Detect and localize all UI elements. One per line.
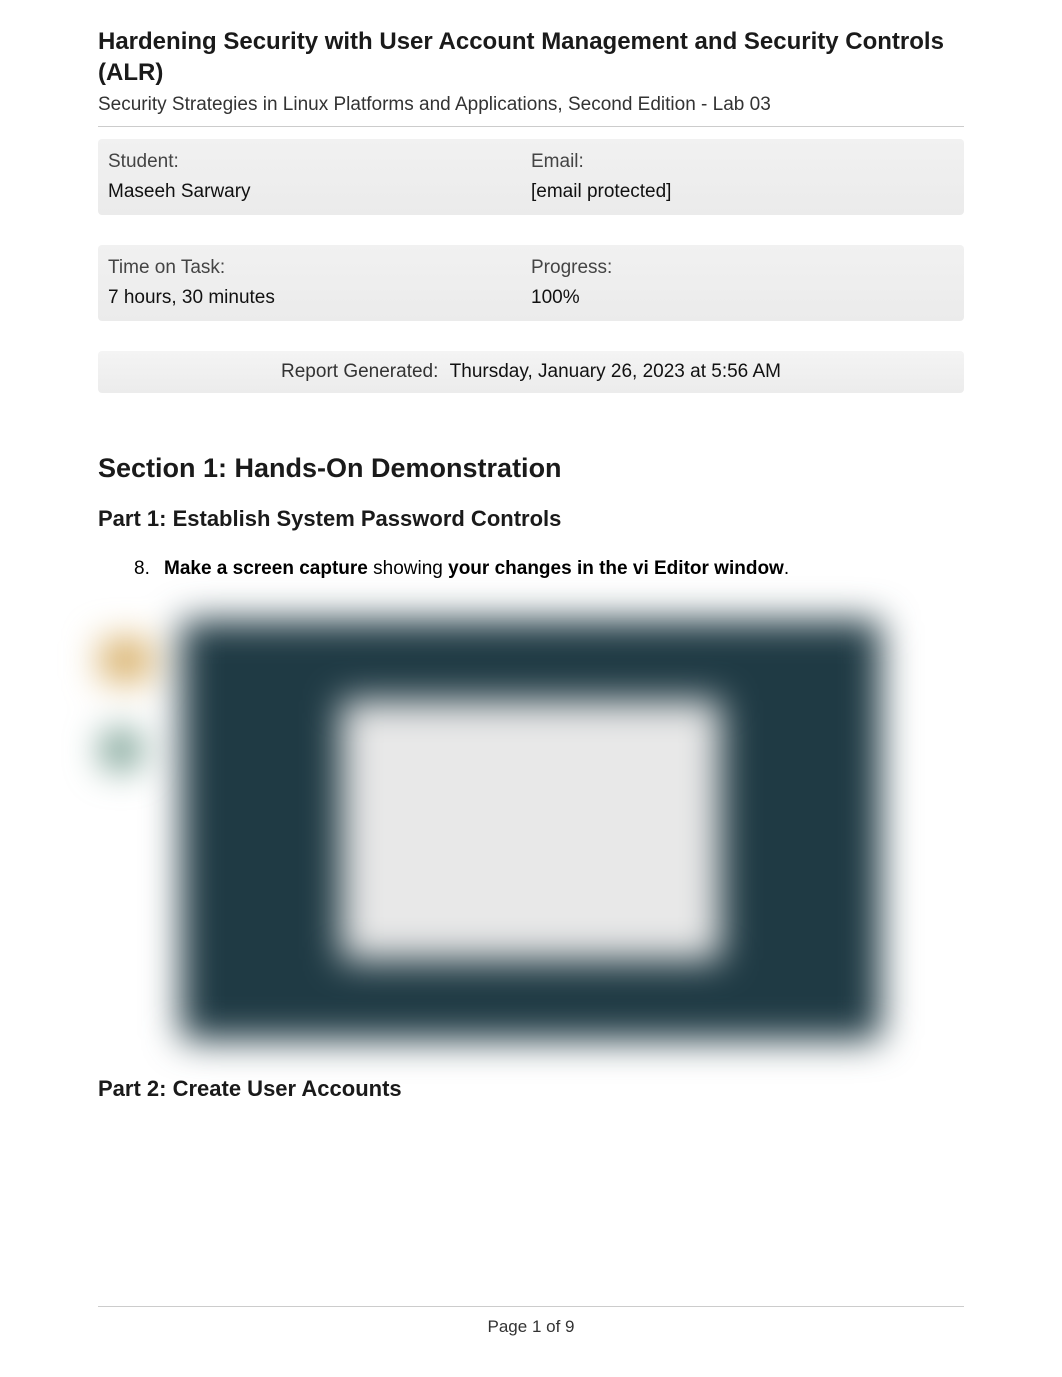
page-footer: Page 1 of 9 bbox=[98, 1306, 964, 1337]
time-cell: Time on Task: 7 hours, 30 minutes bbox=[108, 257, 531, 309]
footer-divider bbox=[98, 1306, 964, 1307]
screenshot-container bbox=[98, 620, 964, 1040]
instruction-number: 8. bbox=[134, 558, 160, 580]
progress-cell: Progress: 100% bbox=[531, 257, 954, 309]
email-label: Email: bbox=[531, 151, 954, 173]
info-row-2: Time on Task: 7 hours, 30 minutes Progre… bbox=[98, 245, 964, 321]
time-value: 7 hours, 30 minutes bbox=[108, 287, 531, 309]
progress-value: 100% bbox=[531, 287, 954, 309]
instruction-bold-1: Make a screen capture bbox=[164, 558, 368, 579]
report-generated-row: Report Generated: Thursday, January 26, … bbox=[98, 351, 964, 393]
student-label: Student: bbox=[108, 151, 531, 173]
page-number: Page 1 of 9 bbox=[98, 1317, 964, 1337]
email-value: [email protected] bbox=[531, 181, 954, 203]
student-value: Maseeh Sarwary bbox=[108, 181, 531, 203]
instruction-list: 8. Make a screen capture showing your ch… bbox=[98, 558, 964, 580]
instruction-text: Make a screen capture showing your chang… bbox=[164, 558, 789, 580]
instruction-bold-2: your changes in the vi Editor window bbox=[448, 558, 784, 579]
app-icon bbox=[101, 730, 141, 770]
screenshot-editor-window bbox=[341, 700, 721, 960]
instruction-item-8: 8. Make a screen capture showing your ch… bbox=[98, 558, 964, 580]
vi-editor-screenshot-blurred bbox=[181, 620, 881, 1040]
part-2-heading: Part 2: Create User Accounts bbox=[98, 1076, 964, 1102]
header-divider bbox=[98, 126, 964, 127]
screenshot-sidebar bbox=[101, 640, 151, 770]
instruction-end: . bbox=[784, 558, 789, 579]
report-label: Report Generated: bbox=[281, 361, 438, 382]
page-title: Hardening Security with User Account Man… bbox=[98, 26, 964, 88]
progress-label: Progress: bbox=[531, 257, 954, 279]
section-1-heading: Section 1: Hands-On Demonstration bbox=[98, 453, 964, 484]
instruction-mid: showing bbox=[368, 558, 448, 579]
page-subtitle: Security Strategies in Linux Platforms a… bbox=[98, 94, 964, 116]
email-cell: Email: [email protected] bbox=[531, 151, 954, 203]
time-label: Time on Task: bbox=[108, 257, 531, 279]
info-grid: Student: Maseeh Sarwary Email: [email pr… bbox=[98, 139, 964, 321]
report-value: Thursday, January 26, 2023 at 5:56 AM bbox=[450, 361, 781, 382]
part-1-heading: Part 1: Establish System Password Contro… bbox=[98, 506, 964, 532]
student-cell: Student: Maseeh Sarwary bbox=[108, 151, 531, 203]
folder-icon bbox=[101, 640, 151, 680]
info-row-1: Student: Maseeh Sarwary Email: [email pr… bbox=[98, 139, 964, 215]
